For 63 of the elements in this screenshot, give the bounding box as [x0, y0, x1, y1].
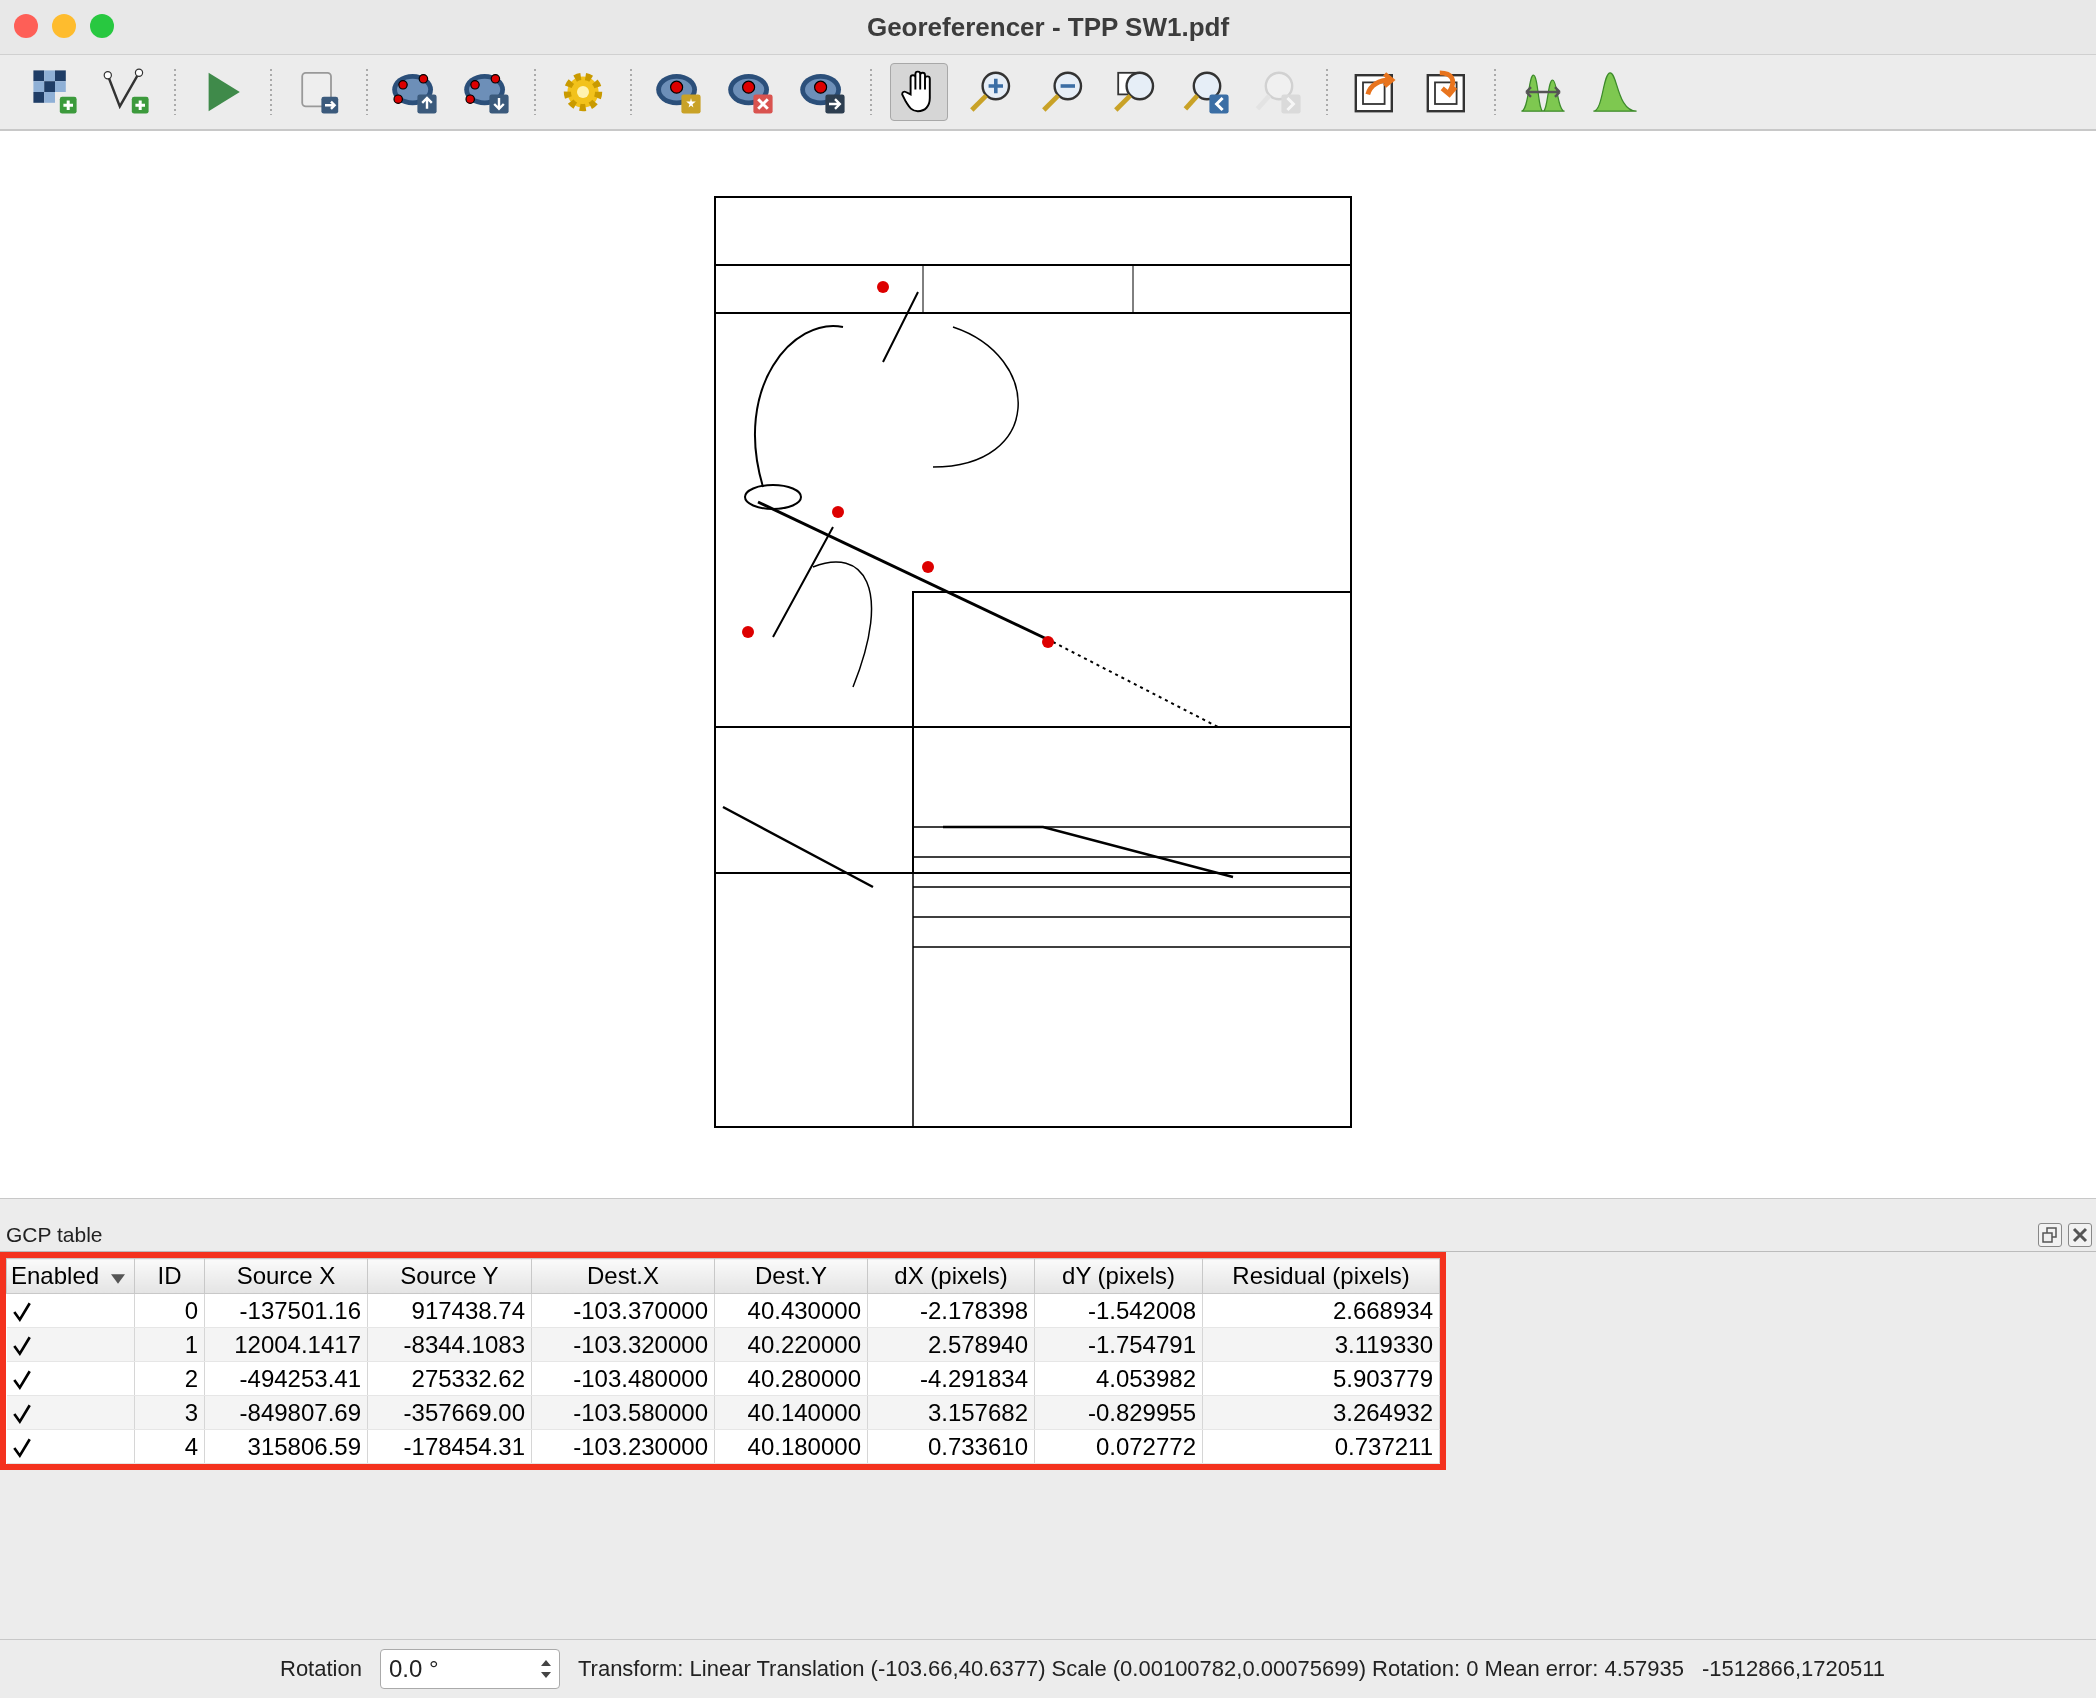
close-icon — [2070, 1225, 2090, 1245]
table-cell: 3.119330 — [1202, 1327, 1440, 1362]
transform-info: Transform: Linear Translation (-103.66,40.6377) Scale (0.00100782,0.00075699) Rotation: 0 Mean error: 4.57935 — [577, 1656, 1684, 1682]
table-cell: -849807.69 — [204, 1395, 368, 1430]
table-cell: 40.180000 — [714, 1429, 868, 1464]
toolbar-button[interactable] — [890, 63, 948, 121]
table-cell: 2.578940 — [867, 1327, 1035, 1362]
table-cell: -103.320000 — [531, 1327, 715, 1362]
rotation-spinbox[interactable]: 0.0 ° — [379, 1649, 560, 1689]
column-header[interactable]: Dest.Y — [714, 1258, 868, 1294]
table-cell: -2.178398 — [867, 1293, 1035, 1328]
table-cell: 1 — [134, 1327, 205, 1362]
float-panel-button[interactable] — [2038, 1223, 2062, 1247]
sort-icon — [111, 1274, 126, 1284]
column-header[interactable]: Enabled — [6, 1258, 135, 1294]
table-cell: -494253.41 — [204, 1361, 368, 1396]
column-header[interactable]: dX (pixels) — [867, 1258, 1035, 1294]
table-cell: -178454.31 — [367, 1429, 532, 1464]
column-header[interactable]: Residual (pixels) — [1202, 1258, 1440, 1294]
table-cell: 275332.62 — [367, 1361, 532, 1396]
panel-title: GCP table — [6, 1223, 103, 1247]
polyline-plus-icon — [103, 68, 151, 116]
table-cell: 2 — [134, 1361, 205, 1396]
table-cell: -103.580000 — [531, 1395, 715, 1430]
table-cell: -103.480000 — [531, 1361, 715, 1396]
table-cell: 40.280000 — [714, 1361, 868, 1396]
column-header[interactable]: Source Y — [367, 1258, 532, 1294]
table-cell: 3.264932 — [1202, 1395, 1440, 1430]
checkerboard-plus-icon — [31, 68, 79, 116]
table-cell: -103.230000 — [531, 1429, 715, 1464]
table-cell: 5.903779 — [1202, 1361, 1440, 1396]
rotation-label: Rotation — [280, 1656, 362, 1682]
column-header[interactable]: Source X — [204, 1258, 368, 1294]
table-cell: 12004.1417 — [204, 1327, 368, 1362]
table-cell: -0.829955 — [1034, 1395, 1203, 1430]
table-cell: 4 — [134, 1429, 205, 1464]
table-cell: -1.754791 — [1034, 1327, 1203, 1362]
table-cell: -103.370000 — [531, 1293, 715, 1328]
window-title: Georeferencer - TPP SW1.pdf — [866, 11, 1230, 43]
coordinates-readout: -1512866,1720511 — [1701, 1656, 1886, 1682]
table-cell: 0 — [134, 1293, 205, 1328]
table-cell: -8344.1083 — [367, 1327, 532, 1362]
table-cell: 40.430000 — [714, 1293, 868, 1328]
table-cell: 40.220000 — [714, 1327, 868, 1362]
close-panel-button[interactable] — [2068, 1223, 2092, 1247]
table-cell: 3.157682 — [867, 1395, 1035, 1430]
table-cell: 0.072772 — [1034, 1429, 1203, 1464]
table-cell: -137501.16 — [204, 1293, 368, 1328]
table-cell: 2.668934 — [1202, 1293, 1440, 1328]
table-cell: -1.542008 — [1034, 1293, 1203, 1328]
table-cell: 315806.59 — [204, 1429, 368, 1464]
table-cell: 0.737211 — [1202, 1429, 1440, 1464]
table-cell: 40.140000 — [714, 1395, 868, 1430]
column-header[interactable]: Dest.X — [531, 1258, 715, 1294]
table-cell: 0.733610 — [867, 1429, 1035, 1464]
table-cell: -4.291834 — [867, 1361, 1035, 1396]
float-icon — [2040, 1225, 2060, 1245]
column-header[interactable]: ID — [134, 1258, 205, 1294]
table-cell: 3 — [134, 1395, 205, 1430]
table-cell: 4.053982 — [1034, 1361, 1203, 1396]
table-cell: 917438.74 — [367, 1293, 532, 1328]
table-cell: -357669.00 — [367, 1395, 532, 1430]
column-header[interactable]: dY (pixels) — [1034, 1258, 1203, 1294]
